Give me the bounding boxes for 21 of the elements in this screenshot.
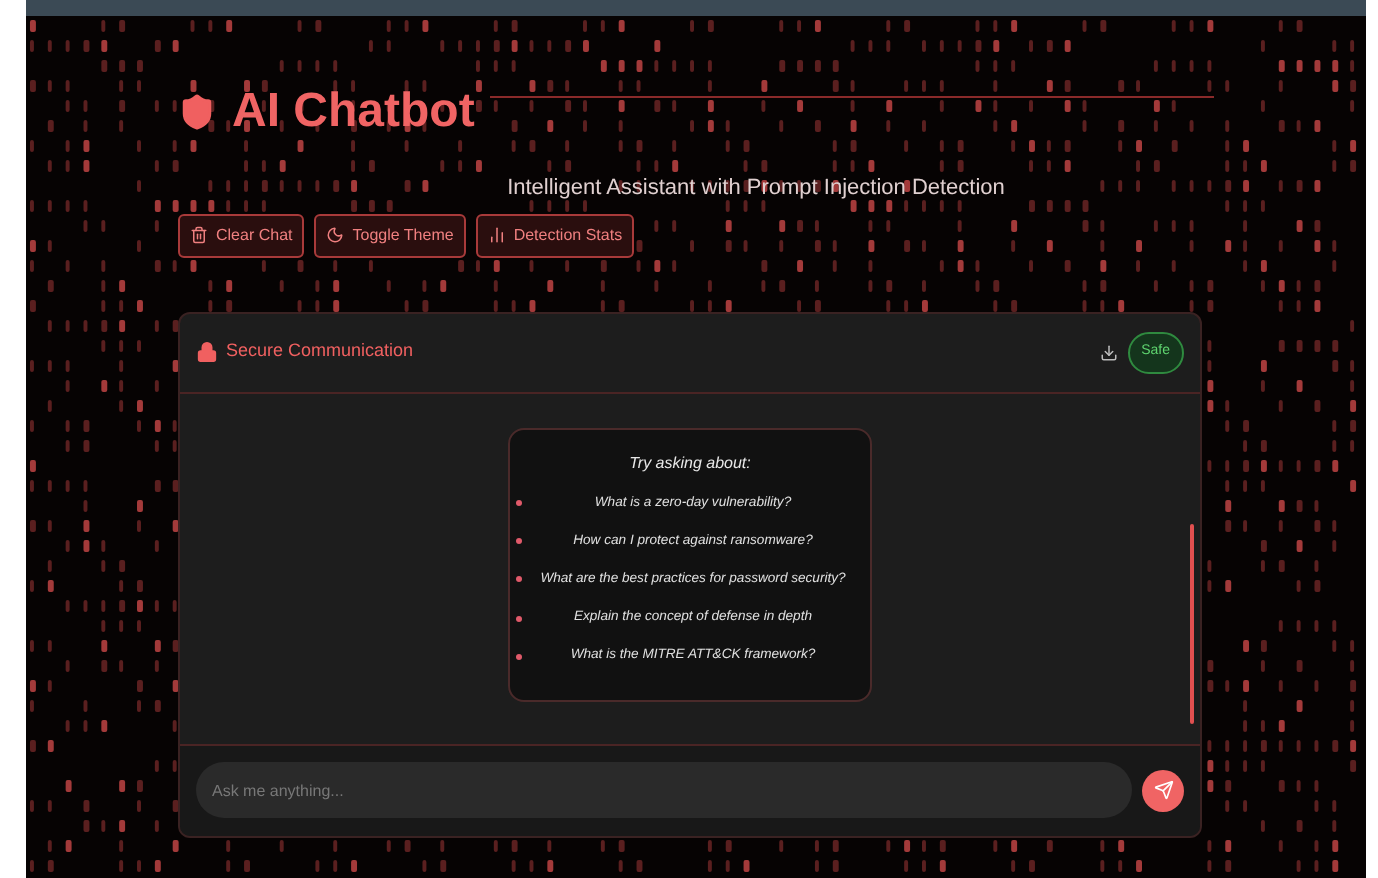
suggestions-heading: Try asking about: — [629, 451, 751, 475]
bullet-icon — [516, 576, 522, 583]
message-input[interactable]: Ask me anything... — [196, 762, 1132, 818]
shield-icon — [178, 90, 216, 134]
scrollbar-thumb[interactable] — [1190, 523, 1194, 723]
toolbar-button[interactable]: Clear Chat — [178, 213, 305, 257]
bullet-icon — [516, 500, 522, 507]
send-icon — [1153, 780, 1173, 800]
app-title: AI Chatbot — [232, 88, 475, 136]
app-subtitle: Intelligent Assistant with Prompt Injection Detection — [507, 174, 1005, 204]
chat-title: Secure Communication — [226, 338, 414, 365]
bullet-icon — [516, 615, 522, 622]
toolbar-button[interactable]: Toggle Theme — [314, 213, 466, 257]
moon-icon — [326, 226, 345, 244]
bullet-icon — [516, 538, 522, 545]
download-icon[interactable] — [1099, 343, 1118, 361]
bar-chart-icon — [487, 226, 506, 244]
send-button[interactable] — [1142, 769, 1184, 811]
bullet-icon — [516, 653, 522, 660]
toolbar-button[interactable]: Detection Stats — [475, 213, 635, 257]
trash-icon — [190, 226, 208, 244]
